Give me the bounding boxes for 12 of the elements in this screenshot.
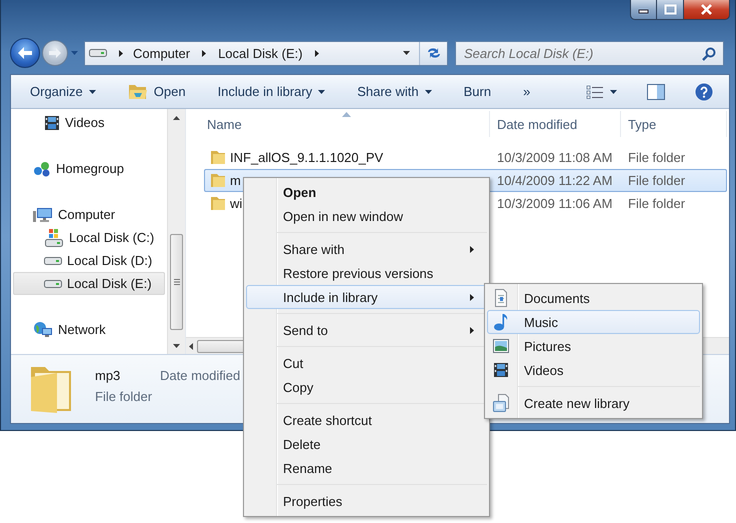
file-name: wi (230, 196, 242, 211)
table-cell-text: 10/3/2009 11:06 AM (496, 196, 614, 211)
file-name: m (230, 173, 241, 188)
file-type: File folder (95, 389, 154, 404)
table-cell-text: 10/3/2009 11:08 AM (496, 150, 614, 165)
table-cell-text: File folder (627, 196, 686, 211)
field-label: Date modified (160, 368, 240, 383)
table-cell-text: 10/4/2009 11:22 AM (496, 173, 614, 188)
table-cell-text: File folder (627, 173, 686, 188)
table-cell-text: File folder (627, 150, 686, 165)
file-name: INF_allOS_9.1.1.1020_PV (230, 150, 384, 165)
file-name: mp3 (95, 368, 122, 383)
